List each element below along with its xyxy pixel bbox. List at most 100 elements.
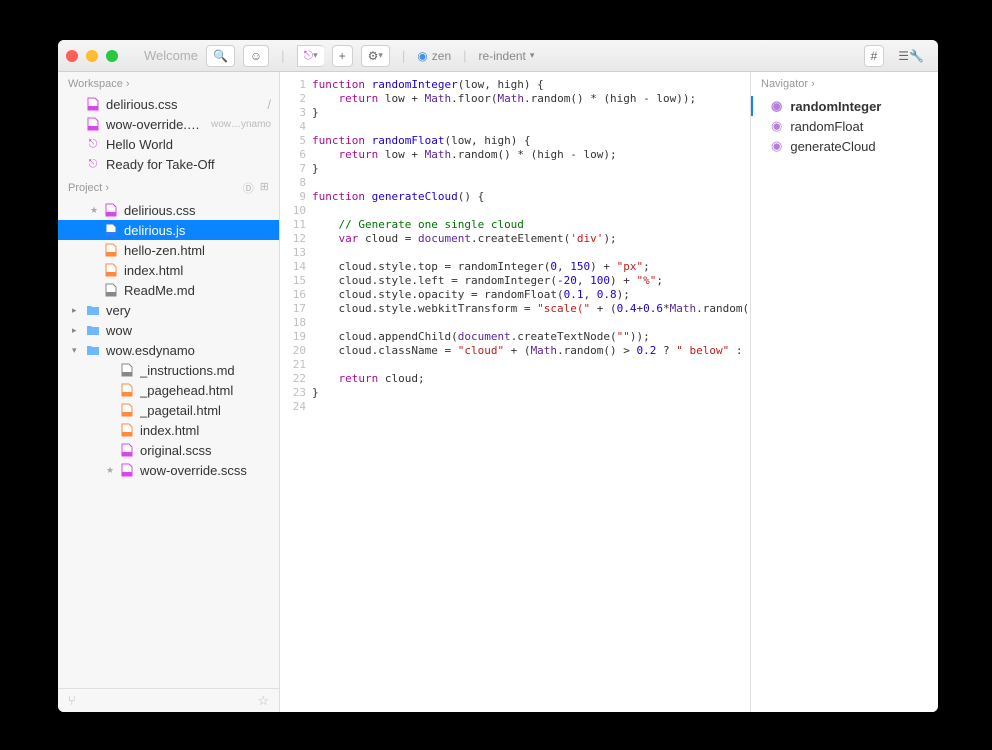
compass-icon: ⎋: [86, 157, 100, 171]
navigator-item[interactable]: ◉generateCloud: [751, 136, 938, 156]
file-item[interactable]: _instructions.md: [58, 360, 279, 380]
html-icon: [104, 243, 118, 257]
code-line[interactable]: }: [312, 386, 750, 400]
code-line[interactable]: [312, 176, 750, 190]
code-line[interactable]: cloud.style.webkitTransform = "scale(" +…: [312, 302, 750, 316]
code-line[interactable]: return cloud;: [312, 372, 750, 386]
code-line[interactable]: [312, 358, 750, 372]
minimize-window-button[interactable]: [86, 50, 98, 62]
wrench-button[interactable]: ☰🔧: [892, 45, 930, 67]
code-line[interactable]: [312, 316, 750, 330]
star-icon[interactable]: ★: [90, 205, 98, 216]
folder-icon: [86, 303, 100, 317]
list-icon: ☰: [898, 49, 909, 63]
file-item[interactable]: index.html: [58, 420, 279, 440]
code-line[interactable]: // Generate one single cloud: [312, 218, 750, 232]
code-line[interactable]: [312, 204, 750, 218]
dynamo-icon[interactable]: Ⓓ: [243, 180, 254, 196]
titlebar: Welcome 🔍 ☺ | ⎋ ▾ + ⚙ ▾ | ◉ zen | re-ind…: [58, 40, 938, 72]
file-name: delirious.js: [124, 223, 271, 238]
code-line[interactable]: return low + Math.floor(Math.random() * …: [312, 92, 750, 106]
branch-icon[interactable]: ⑂: [68, 693, 76, 708]
code-line[interactable]: cloud.className = "cloud" + (Math.random…: [312, 344, 750, 358]
hash-icon: #: [871, 49, 878, 63]
close-window-button[interactable]: [66, 50, 78, 62]
navigator-header[interactable]: Navigator ›: [751, 72, 938, 96]
zoom-window-button[interactable]: [106, 50, 118, 62]
line-number: 7: [280, 162, 312, 176]
chevron-right-icon: ›: [126, 78, 130, 90]
code-editor[interactable]: 123456789101112131415161718192021222324 …: [280, 72, 750, 712]
code-line[interactable]: function randomInteger(low, high) {: [312, 78, 750, 92]
folder-item[interactable]: ▸wow: [58, 320, 279, 340]
workspace-header[interactable]: Workspace ›: [58, 72, 279, 94]
search-button[interactable]: 🔍: [206, 45, 235, 67]
md-icon: [104, 283, 118, 297]
file-name: very: [106, 303, 271, 318]
project-header[interactable]: Project › Ⓓ ⊞: [58, 174, 279, 200]
file-item[interactable]: hello-zen.html: [58, 240, 279, 260]
css-icon: [104, 203, 118, 217]
file-name: delirious.css: [124, 203, 271, 218]
line-number: 5: [280, 134, 312, 148]
settings-button[interactable]: ⚙ ▾: [361, 45, 390, 67]
chevron-right-icon[interactable]: ▸: [72, 325, 80, 336]
file-item[interactable]: delirious.js: [58, 220, 279, 240]
code-line[interactable]: [312, 246, 750, 260]
folder-item[interactable]: ▾wow.esdynamo: [58, 340, 279, 360]
code-line[interactable]: }: [312, 162, 750, 176]
code-line[interactable]: return low + Math.random() * (high - low…: [312, 148, 750, 162]
code-line[interactable]: var cloud = document.createElement('div'…: [312, 232, 750, 246]
zen-mode[interactable]: ◉ zen: [417, 49, 451, 63]
code-line[interactable]: cloud.style.opacity = randomFloat(0.1, 0…: [312, 288, 750, 302]
code-line[interactable]: function generateCloud() {: [312, 190, 750, 204]
workspace-item[interactable]: ⎋Ready for Take-Off: [58, 154, 279, 174]
chevron-right-icon[interactable]: ▸: [72, 305, 80, 316]
file-item[interactable]: _pagetail.html: [58, 400, 279, 420]
line-number: 13: [280, 246, 312, 260]
folder-item[interactable]: ▸ very: [58, 300, 279, 320]
add-button[interactable]: +: [332, 45, 353, 67]
chevron-down-icon[interactable]: ▾: [72, 345, 80, 356]
code-content[interactable]: function randomInteger(low, high) { retu…: [312, 72, 750, 712]
scan-icon[interactable]: ⊞: [260, 180, 269, 196]
file-item[interactable]: _pagehead.html: [58, 380, 279, 400]
navigator-panel: Navigator › ◉randomInteger◉randomFloat◉g…: [750, 72, 938, 712]
html-icon: [120, 423, 134, 437]
smile-button[interactable]: ☺: [243, 45, 269, 67]
workspace-item[interactable]: delirious.css/: [58, 94, 279, 114]
navigator-item[interactable]: ◉randomFloat: [751, 116, 938, 136]
compass-icon: ⎋: [304, 48, 314, 63]
line-number: 24: [280, 400, 312, 414]
file-item[interactable]: index.html: [58, 260, 279, 280]
nav-button-group: ⎋ ▾: [297, 45, 324, 67]
reindent-dropdown[interactable]: re-indent ▾: [479, 49, 535, 63]
workspace-item[interactable]: wow-override.scsswow…ynamo: [58, 114, 279, 134]
globe-icon: ◉: [417, 49, 427, 63]
file-item[interactable]: ReadMe.md: [58, 280, 279, 300]
file-item[interactable]: original.scss: [58, 440, 279, 460]
code-line[interactable]: cloud.style.top = randomInteger(0, 150) …: [312, 260, 750, 274]
code-line[interactable]: }: [312, 106, 750, 120]
code-line[interactable]: cloud.appendChild(document.createTextNod…: [312, 330, 750, 344]
file-name: Hello World: [106, 137, 271, 152]
star-icon[interactable]: ★: [106, 465, 114, 476]
file-item[interactable]: ★wow-override.scss: [58, 460, 279, 480]
code-line[interactable]: cloud.style.left = randomInteger(-20, 10…: [312, 274, 750, 288]
line-number: 18: [280, 316, 312, 330]
function-icon: ◉: [771, 138, 782, 154]
smile-icon: ☺: [250, 49, 262, 63]
file-item[interactable]: ★ delirious.css: [58, 200, 279, 220]
code-line[interactable]: [312, 400, 750, 414]
line-number: 21: [280, 358, 312, 372]
code-line[interactable]: [312, 120, 750, 134]
star-icon[interactable]: ☆: [257, 693, 269, 709]
file-name: _pagetail.html: [140, 403, 271, 418]
hash-button[interactable]: #: [864, 45, 885, 67]
navigator-item[interactable]: ◉randomInteger: [751, 96, 938, 116]
code-line[interactable]: function randomFloat(low, high) {: [312, 134, 750, 148]
workspace-item[interactable]: ⎋ Hello World: [58, 134, 279, 154]
nav-button[interactable]: ⎋ ▾: [297, 45, 324, 67]
compass-icon: ⎋: [86, 137, 100, 151]
line-number: 12: [280, 232, 312, 246]
